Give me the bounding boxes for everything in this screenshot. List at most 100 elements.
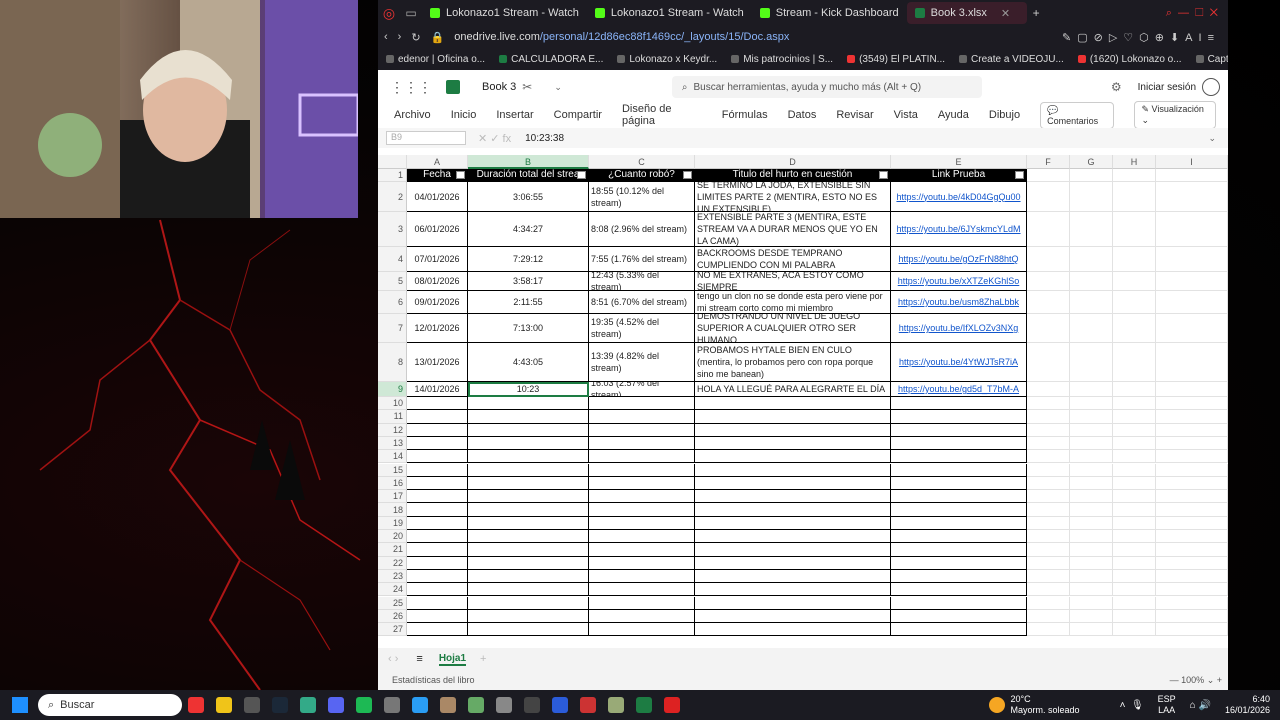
windows-start-icon[interactable] [12,697,28,713]
tab-list-icon[interactable]: ▭ [400,6,422,20]
tab-kick-watch-1[interactable]: Lokonazo1 Stream - Watch [422,2,587,24]
column-header[interactable]: C [589,155,695,169]
grid-cell[interactable] [1070,423,1113,437]
table-cell[interactable] [695,410,891,424]
opera-taskbar-icon[interactable] [188,697,204,713]
table-cell[interactable]: 13/01/2026 [407,343,468,382]
table-cell[interactable] [468,609,589,624]
table-cell[interactable] [891,596,1027,610]
video-link-cell[interactable]: https://youtu.be/6JYskmcYLdM [891,212,1027,247]
tray-icons[interactable]: ˄ 🎙 [1120,700,1144,711]
grid-cell[interactable] [1027,596,1070,610]
grid-cell[interactable] [1070,503,1113,517]
grid-cell[interactable] [1113,596,1156,610]
row-header[interactable]: 22 [378,556,407,570]
tab-inicio[interactable]: Inicio [451,109,477,121]
grid-cell[interactable] [1156,182,1228,212]
table-cell[interactable] [589,623,695,637]
all-sheets-icon[interactable]: ≡ [416,653,422,665]
video-link-cell[interactable]: https://youtu.be/gd5d_T7bM-A [891,382,1027,397]
table-header-cell[interactable]: Titulo del hurto en cuestión [695,169,891,182]
grid-cell[interactable] [1113,410,1156,424]
table-cell[interactable] [589,543,695,557]
table-cell[interactable] [407,463,468,477]
table-cell[interactable] [468,516,589,530]
bookmark-item[interactable]: Create a VIDEOJU... [959,54,1064,65]
grid-cell[interactable] [1156,382,1228,397]
zoom-controls[interactable]: — 100% ⌄ + [1170,675,1222,686]
grid-cell[interactable] [1156,436,1228,451]
tab-ayuda[interactable]: Ayuda [938,109,969,121]
row-header[interactable]: 15 [378,463,407,477]
tab-revisar[interactable]: Revisar [836,109,873,121]
table-cell[interactable] [468,583,589,597]
bookmark-item[interactable]: Captura de pantall... [1195,54,1228,65]
bookmark-item[interactable]: (1620) Lokonazo o... [1077,54,1182,65]
table-cell[interactable] [407,583,468,597]
row-header[interactable]: 4 [378,247,407,272]
table-cell[interactable]: 13:39 (4.82% del stream) [589,343,695,382]
add-sheet-icon[interactable]: + [480,653,486,665]
table-cell[interactable] [695,436,891,451]
grid-cell[interactable] [1113,490,1156,504]
video-link-cell[interactable]: https://youtu.be/gOzFrN88htQ [891,247,1027,272]
table-cell[interactable]: 7:29:12 [468,247,589,272]
signin-link[interactable]: Iniciar sesión [1138,82,1196,93]
table-cell[interactable] [695,450,891,464]
grid-cell[interactable] [1156,212,1228,247]
table-cell[interactable] [891,410,1027,424]
table-cell[interactable] [891,623,1027,637]
table-cell[interactable] [468,450,589,464]
filter-dropdown-icon[interactable] [1015,171,1024,179]
grid-cell[interactable] [1113,397,1156,411]
table-cell[interactable] [407,423,468,437]
system-icons[interactable]: ⌂ 🔊 [1190,700,1211,711]
table-cell[interactable] [589,423,695,437]
row-header[interactable]: 6 [378,291,407,314]
row-header[interactable]: 14 [378,450,407,464]
chrome-icon[interactable] [244,697,260,713]
row-header[interactable]: 11 [378,410,407,424]
grid-cell[interactable] [1156,397,1228,411]
grid-cell[interactable] [1156,530,1228,544]
grid-cell[interactable] [1070,382,1113,397]
file-explorer-icon[interactable] [216,697,232,713]
grid-cell[interactable] [1027,516,1070,530]
grid-cell[interactable] [1027,490,1070,504]
grid-cell[interactable] [1156,343,1228,382]
table-cell[interactable]: 14/01/2026 [407,382,468,397]
table-cell[interactable] [891,436,1027,451]
comments-button[interactable]: 💬 Comentarios [1040,101,1115,129]
tab-kick-dashboard[interactable]: Stream - Kick Dashboard [752,2,907,24]
chevron-down-icon[interactable]: ⌄ [554,82,562,93]
table-cell[interactable]: HOLA YA LLEGUÉ PARA ALEGRARTE EL DÍA [695,382,891,397]
grid-cell[interactable] [1027,169,1070,182]
grid-cell[interactable] [1070,272,1113,291]
filter-dropdown-icon[interactable] [577,171,586,179]
table-cell[interactable]: 2:11:55 [468,291,589,314]
table-cell[interactable] [468,503,589,517]
grid-cell[interactable] [1113,530,1156,544]
table-cell[interactable] [891,423,1027,437]
table-cell[interactable] [589,569,695,584]
app-icon[interactable] [384,697,400,713]
sheet-nav-icons[interactable]: ‹ › [388,653,398,665]
grid-cell[interactable] [1027,556,1070,570]
column-header[interactable]: B [468,155,589,169]
table-cell[interactable] [407,609,468,624]
column-header[interactable]: H [1113,155,1156,169]
spotify-icon[interactable] [356,697,372,713]
video-link-cell[interactable]: https://youtu.be/usm8ZhaLbbk [891,291,1027,314]
table-cell[interactable] [695,490,891,504]
grid-cell[interactable] [1113,314,1156,343]
app-icon[interactable] [496,697,512,713]
filter-dropdown-icon[interactable] [456,171,465,179]
table-cell[interactable] [589,410,695,424]
table-cell[interactable] [468,569,589,584]
grid-cell[interactable] [1113,556,1156,570]
view-button[interactable]: ✎ Visualización ⌄ [1134,101,1216,129]
excel-taskbar-icon[interactable] [636,697,652,713]
table-cell[interactable]: 07/01/2026 [407,247,468,272]
grid-cell[interactable] [1156,463,1228,477]
table-cell[interactable]: 7:55 (1.76% del stream) [589,247,695,272]
